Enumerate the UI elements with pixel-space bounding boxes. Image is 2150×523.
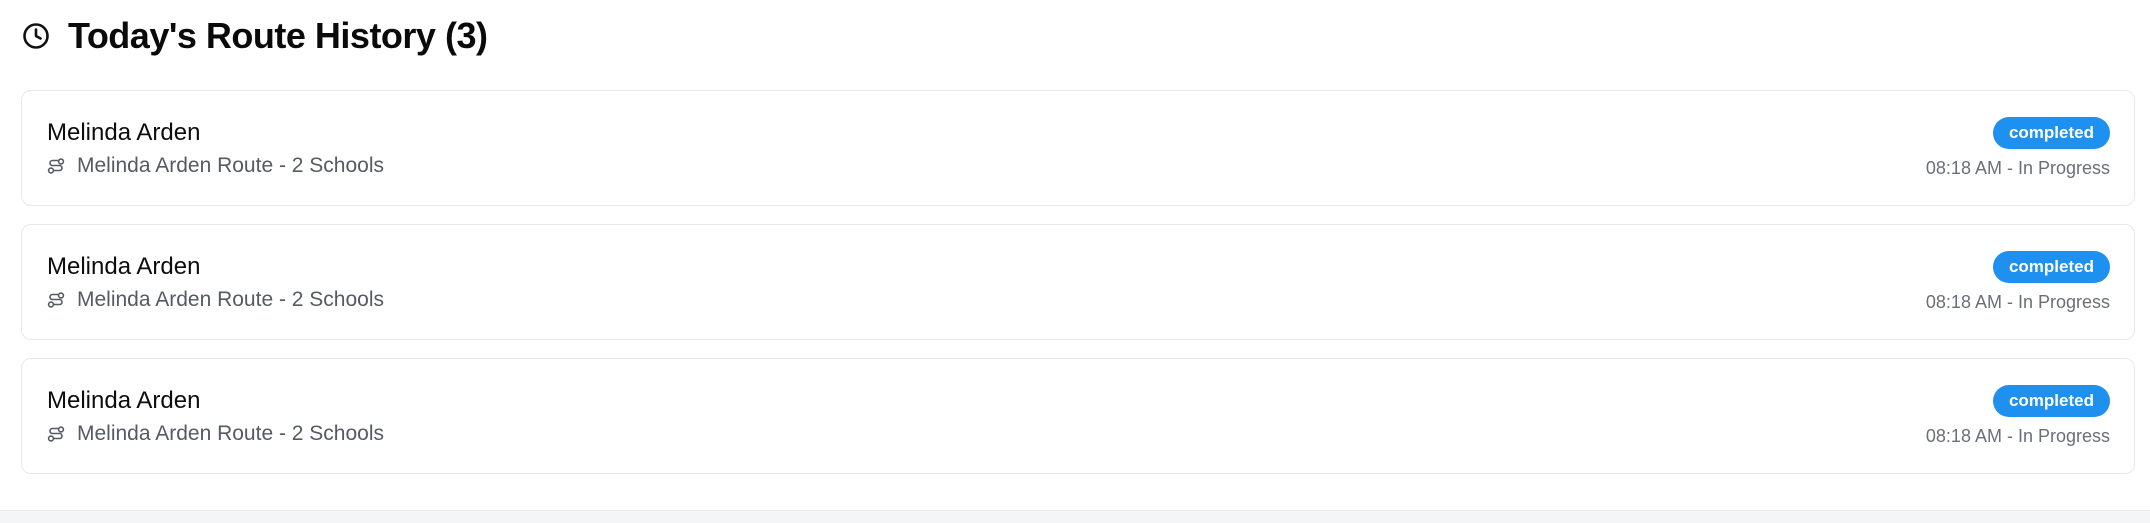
route-name: Melinda Arden Route - 2 Schools xyxy=(77,154,385,177)
driver-name: Melinda Arden xyxy=(47,119,201,146)
route-line: Melinda Arden Route - 2 Schools xyxy=(47,422,384,446)
route-icon xyxy=(47,425,65,443)
route-time: 08:18 AM - In Progress xyxy=(1925,292,2110,312)
route-card-info: Melinda Arden Melinda Arden Route - 2 Sc… xyxy=(47,387,384,446)
route-history-page: Today's Route History (3) Melinda Arden … xyxy=(0,0,2150,523)
route-card-status: completed 08:18 AM - In Progress xyxy=(1926,251,2110,313)
route-card-info: Melinda Arden Melinda Arden Route - 2 Sc… xyxy=(47,119,384,178)
status-badge: completed xyxy=(1992,117,2110,149)
route-line: Melinda Arden Route - 2 Schools xyxy=(47,154,384,178)
route-card-info: Melinda Arden Melinda Arden Route - 2 Sc… xyxy=(47,253,384,312)
driver-name: Melinda Arden xyxy=(47,253,201,280)
route-card[interactable]: Melinda Arden Melinda Arden Route - 2 Sc… xyxy=(21,358,2135,474)
route-list: Melinda Arden Melinda Arden Route - 2 Sc… xyxy=(21,90,2135,492)
route-icon xyxy=(47,291,65,309)
route-line: Melinda Arden Route - 2 Schools xyxy=(47,288,384,312)
route-card-status: completed 08:18 AM - In Progress xyxy=(1926,117,2110,179)
route-time: 08:18 AM - In Progress xyxy=(1925,426,2110,446)
route-name: Melinda Arden Route - 2 Schools xyxy=(77,422,385,445)
bottom-divider xyxy=(0,510,2150,523)
route-time: 08:18 AM - In Progress xyxy=(1925,158,2110,178)
route-card[interactable]: Melinda Arden Melinda Arden Route - 2 Sc… xyxy=(21,224,2135,340)
route-icon xyxy=(47,157,65,175)
route-name: Melinda Arden Route - 2 Schools xyxy=(77,288,385,311)
route-history-header: Today's Route History (3) xyxy=(22,14,488,58)
route-card[interactable]: Melinda Arden Melinda Arden Route - 2 Sc… xyxy=(21,90,2135,206)
driver-name: Melinda Arden xyxy=(47,387,201,414)
clock-icon xyxy=(22,22,50,50)
page-title: Today's Route History (3) xyxy=(68,15,488,56)
status-badge: completed xyxy=(1992,385,2110,417)
status-badge: completed xyxy=(1992,251,2110,283)
route-card-status: completed 08:18 AM - In Progress xyxy=(1926,385,2110,447)
